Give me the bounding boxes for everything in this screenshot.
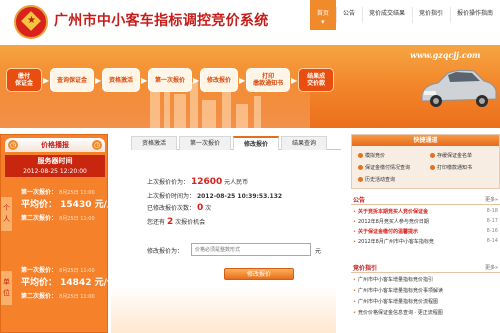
bid-panel: 资格激活 第一次报价 修改报价 结果查询 上次报价价为： 12600 元人民币 …	[111, 136, 341, 333]
process-steps: 缴付 保证金 ▶ 查询保证金 ▶ 资格激活 ▶ 第一次报价 ▶ 修改报价 ▶ 打…	[6, 68, 335, 92]
tab-activate[interactable]: 资格激活	[131, 136, 178, 150]
guide-title: 竞价指引	[353, 265, 378, 272]
last-price-value: 12600	[190, 177, 223, 187]
nav-manual-label: 报价操作指南	[456, 10, 493, 17]
logo-icon: ★	[14, 5, 48, 39]
server-time-label: 服务器时间	[37, 157, 73, 165]
quick-link-deposit-query[interactable]: 保证金缴付情况查询	[358, 164, 410, 171]
nav-guide[interactable]: 竞价指引	[411, 0, 450, 30]
second-bid-row: 第二次报价： 8月25日 11:00	[21, 293, 95, 300]
first-bid-row: 第一次报价： 8月25日 11:00	[21, 267, 95, 274]
bullet-icon	[358, 165, 363, 170]
site-url: www.gzqcjj.com	[410, 50, 481, 60]
clock-icon: ◷	[8, 140, 18, 150]
modified-count-line: 已修改报价次数： 0 次	[147, 203, 212, 213]
car-image	[421, 69, 497, 107]
modify-price-label: 修改报价为：	[147, 248, 184, 255]
last-time-value: 2012-08-25 10:39:53.132	[196, 193, 283, 200]
average-price-row: 平均价： 14842 元/个	[21, 278, 116, 288]
arrow-right-icon: ▶	[291, 75, 298, 85]
nav-home[interactable]: 首页 ▾	[309, 0, 336, 30]
modified-count-value: 0	[196, 203, 204, 213]
notice-item[interactable]: • 2012年8月广州市中小客车指标竞 8-14	[353, 238, 498, 245]
right-sidebar: 快捷通道 模拟竞价 存缓保证金名单 保证金缴付情况查询 打印缴款通知书 历史活动…	[351, 134, 500, 333]
last-price-line: 上次报价价为： 12600 元人民币	[147, 177, 249, 187]
average-price-row: 平均价： 15430 元/人	[21, 200, 116, 210]
guide-item[interactable]: • 广州市中小客车增量指标竞价事项解读	[353, 287, 498, 294]
quick-link-print-notice[interactable]: 打印缴款通知书	[430, 164, 472, 171]
arrow-right-icon: ▶	[94, 75, 102, 85]
quick-links-title: 快捷通道	[352, 135, 499, 146]
individual-results: 个人 第一次报价： 8月25日 11:00 平均价： 15430 元/人 第二次…	[1, 183, 116, 253]
bullet-icon	[430, 153, 435, 158]
site-title: 广州市中小客车指标调控竞价系统	[54, 13, 269, 29]
first-bid-row: 第一次报价： 8月25日 11:00	[21, 189, 95, 196]
guide-item[interactable]: • 广州市中小客车增量指标竞价指引	[353, 276, 498, 283]
modify-price-row: 修改报价为： 元	[147, 243, 321, 256]
notice-header: 公告 更多»	[351, 194, 500, 205]
step-print-notice[interactable]: 打印 缴款通知书	[246, 68, 291, 92]
tab-modify-bid[interactable]: 修改报价	[233, 136, 280, 150]
tab-result-query[interactable]: 结果查询	[281, 136, 328, 150]
last-time-line: 上次报价时间为： 2012-08-25 10:39:53.132	[147, 193, 283, 200]
arrow-right-icon: ▶	[238, 75, 246, 85]
guide-item[interactable]: • 广州市中小客车增量指标竞价流程图	[353, 298, 498, 305]
company-results: 单位 第一次报价： 8月25日 11:00 平均价： 14842 元/个 第二次…	[1, 261, 116, 331]
server-time-value: 2012-08-25 12:20:00	[23, 168, 87, 175]
step-first-bid[interactable]: 第一次报价	[148, 68, 193, 92]
remaining-line: 您还有 2 次报价机会	[147, 217, 206, 227]
bullet-icon	[358, 153, 363, 158]
guide-more-link[interactable]: 更多»	[485, 264, 498, 271]
arrow-right-icon: ▶	[192, 75, 200, 85]
notice-item[interactable]: • 关于竞拆本期竞买人竞价保证金 8-18	[353, 208, 498, 215]
step-result[interactable]: 结果成 交价款	[298, 68, 335, 92]
step-modify-bid[interactable]: 修改报价	[200, 68, 239, 92]
bullet-icon	[430, 165, 435, 170]
nav-manual[interactable]: 报价操作指南	[449, 0, 500, 30]
quick-link-simulate[interactable]: 模拟竞价	[358, 152, 385, 159]
nav-home-label: 首页	[316, 10, 329, 17]
guide-item[interactable]: • 竞价价格保证金信息查询 · 更正流程图	[353, 309, 498, 316]
tab-first-bid[interactable]: 第一次报价	[179, 136, 232, 150]
bullet-icon	[358, 177, 363, 182]
second-bid-row: 第二次报价： 8月25日 11:00	[21, 215, 95, 222]
price-broadcast-tab: ◷ 价格播报 ◷	[5, 138, 105, 152]
nav-guide-label: 竞价指引	[418, 10, 443, 17]
price-unit: 元	[315, 248, 322, 255]
skyline-decoration	[111, 286, 336, 333]
notice-item[interactable]: • 2012年8月竞买人参与竞价日期 8-17	[353, 218, 498, 225]
server-time-box: 服务器时间 2012-08-25 12:20:00	[5, 155, 105, 177]
nav-notice[interactable]: 公告	[335, 0, 362, 30]
notice-item[interactable]: • 关于保证金缴付的温馨提示 8-16	[353, 228, 498, 235]
remaining-value: 2	[166, 217, 174, 227]
quick-link-history[interactable]: 历史活动查询	[358, 176, 395, 183]
bid-tabs: 资格激活 第一次报价 修改报价 结果查询	[131, 136, 341, 150]
nav-results-label: 竞价成交结果	[368, 10, 405, 17]
top-nav: 首页 ▾ 公告 竞价成交结果 竞价指引 报价操作指南	[309, 0, 500, 30]
company-badge: 单位	[1, 271, 12, 305]
price-broadcast-panel: ◷ 价格播报 ◷ 服务器时间 2012-08-25 12:20:00 个人 第一…	[0, 134, 116, 333]
guide-header: 竞价指引 更多»	[351, 262, 500, 273]
notice-more-link[interactable]: 更多»	[485, 196, 498, 203]
modify-price-input[interactable]	[191, 243, 311, 256]
arrow-right-icon: ▶	[42, 75, 50, 85]
banner: www.gzqcjj.com 缴付 保证金 ▶ 查询保证金 ▶ 资格激活 ▶ 第…	[0, 45, 500, 128]
price-broadcast-title: 价格播报	[41, 141, 69, 149]
clock-icon: ◷	[92, 140, 102, 150]
step-pay-deposit[interactable]: 缴付 保证金	[6, 68, 42, 92]
quick-links-panel: 快捷通道 模拟竞价 存缓保证金名单 保证金缴付情况查询 打印缴款通知书 历史活动…	[351, 134, 500, 189]
nav-notice-label: 公告	[342, 10, 355, 17]
header: ★ 广州市中小客车指标调控竞价系统 首页 ▾ 公告 竞价成交结果 竞价指引 报价…	[0, 0, 500, 45]
step-activate[interactable]: 资格激活	[102, 68, 141, 92]
home-indicator-icon: ▾	[321, 18, 325, 26]
arrow-right-icon: ▶	[140, 75, 148, 85]
step-query-deposit[interactable]: 查询保证金	[50, 68, 95, 92]
modify-bid-button[interactable]: 修改报价	[224, 268, 294, 280]
individual-badge: 个人	[1, 197, 12, 231]
quick-link-deposit-list[interactable]: 存缓保证金名单	[430, 152, 472, 159]
nav-results[interactable]: 竞价成交结果	[361, 0, 412, 30]
notice-title: 公告	[353, 197, 366, 204]
